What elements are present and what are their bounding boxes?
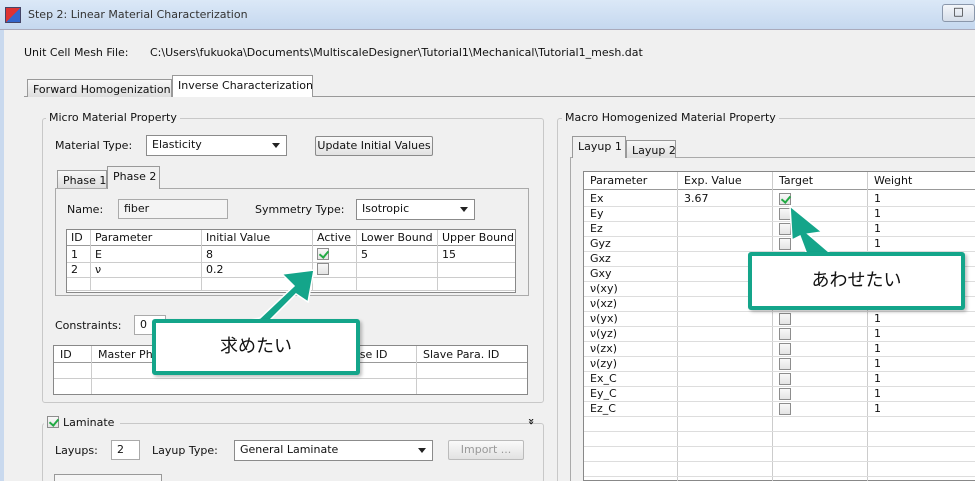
- left-arrow: [239, 269, 315, 323]
- right-arrow: [789, 204, 839, 259]
- callout-right: あわせたい: [748, 252, 965, 310]
- tab-phase-2[interactable]: Phase 2: [107, 166, 160, 189]
- annotation-arrows: [239, 204, 839, 323]
- callout-left: 求めたい: [152, 319, 360, 375]
- tab-inverse-characterization[interactable]: Inverse Characterization: [172, 75, 313, 97]
- tab-layup-1[interactable]: Layup 1: [572, 136, 626, 158]
